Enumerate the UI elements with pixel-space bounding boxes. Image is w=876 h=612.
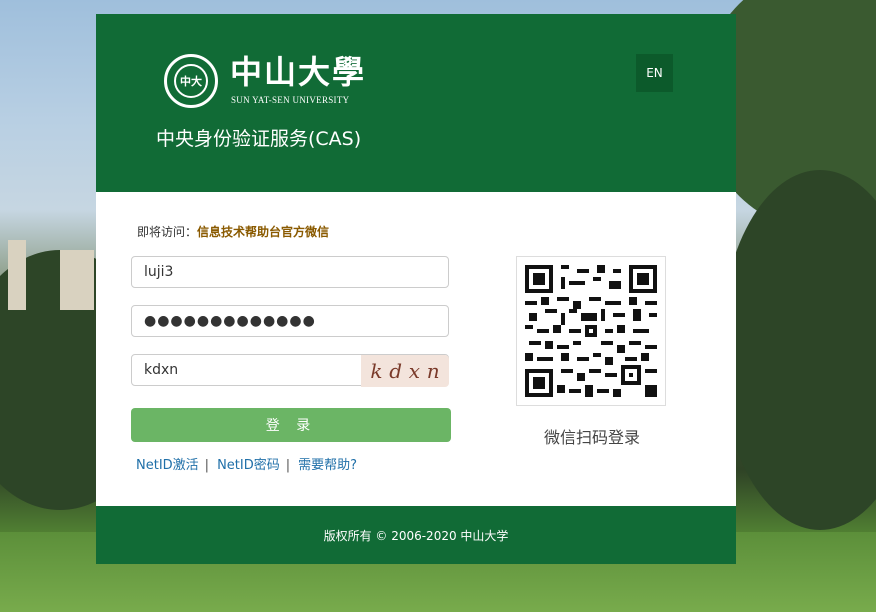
qr-code-icon: [525, 265, 657, 397]
university-logo-en: SUN YAT-SEN UNIVERSITY: [231, 95, 350, 105]
redirect-notice: 即将访问：信息技术帮助台官方微信: [137, 223, 329, 240]
wechat-qr-code[interactable]: [516, 256, 666, 406]
help-links: NetID激活 | NetID密码 | 需要帮助?: [136, 454, 357, 473]
university-logo-cn: 中山大學: [230, 53, 367, 91]
netid-password-link[interactable]: NetID密码: [217, 458, 280, 473]
header-banner: 中大 中山大學 SUN YAT-SEN UNIVERSITY 中央身份验证服务(…: [96, 14, 736, 192]
captcha-char: x: [408, 359, 421, 383]
link-separator: |: [204, 458, 210, 473]
service-title: 中央身份验证服务(CAS): [156, 128, 362, 150]
captcha-char: d: [389, 359, 403, 383]
login-button[interactable]: 登 录: [131, 408, 451, 442]
redirect-target: 信息技术帮助台官方微信: [197, 225, 330, 239]
username-input[interactable]: luji3: [131, 256, 449, 288]
password-input[interactable]: ●●●●●●●●●●●●●: [131, 305, 449, 337]
link-separator: |: [285, 458, 291, 473]
login-card: 中大 中山大學 SUN YAT-SEN UNIVERSITY 中央身份验证服务(…: [96, 14, 736, 564]
captcha-image[interactable]: k d x n: [361, 355, 449, 387]
captcha-char: k: [370, 359, 383, 383]
footer: 版权所有 © 2006-2020 中山大学: [96, 506, 736, 564]
copyright-text: 版权所有 © 2006-2020 中山大学: [323, 528, 509, 543]
language-switch-button[interactable]: EN: [636, 54, 673, 92]
qr-login-label: 微信扫码登录: [543, 428, 640, 447]
seal-text: 中大: [174, 64, 208, 98]
university-seal-icon: 中大: [164, 54, 218, 108]
captcha-char: n: [426, 359, 440, 383]
netid-activate-link[interactable]: NetID激活: [136, 458, 199, 473]
help-link[interactable]: 需要帮助?: [298, 458, 357, 473]
redirect-prefix: 即将访问：: [137, 225, 198, 239]
